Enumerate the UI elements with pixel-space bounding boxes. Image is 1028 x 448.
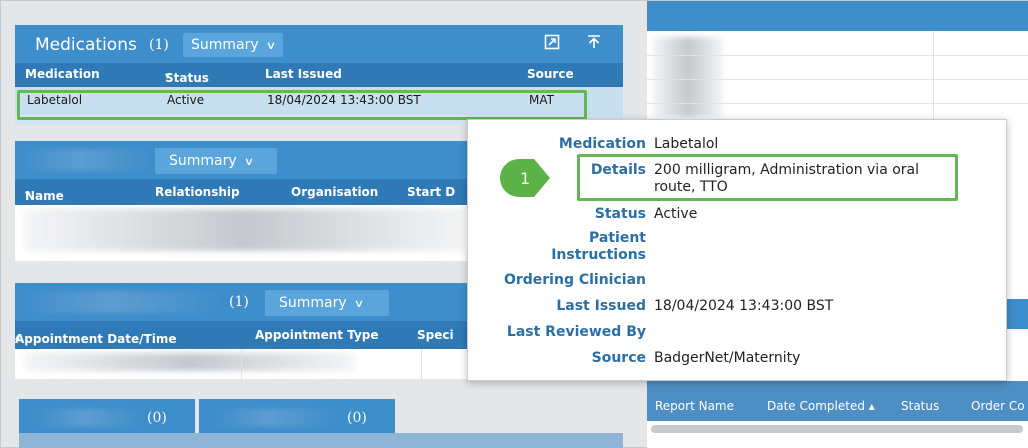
bottom-bar bbox=[19, 433, 623, 448]
summary-dropdown[interactable]: Summary ∨ bbox=[183, 33, 283, 57]
app-window: Report Name Date Completed ▴ Status Orde… bbox=[0, 0, 1028, 448]
sort-desc-icon: ▾ bbox=[165, 71, 171, 82]
panel-count: (1) bbox=[149, 37, 169, 53]
col-specialty[interactable]: Speci bbox=[417, 328, 454, 342]
redacted-rows bbox=[25, 353, 355, 371]
relationships-panel: Summary ∨ Name ▾ Relationship Organisatio… bbox=[15, 141, 485, 261]
relationships-columns: Name ▾ Relationship Organisation Start D bbox=[15, 179, 485, 205]
appointments-header: (1) Summary ∨ bbox=[15, 283, 485, 321]
reports-header: Report Name Date Completed ▴ Status Orde… bbox=[647, 381, 1028, 421]
medications-columns: Medication Status ▾ Last Issued Source bbox=[15, 63, 623, 87]
sort-asc-icon: ▴ bbox=[15, 332, 21, 343]
redacted-title bbox=[215, 409, 335, 427]
panel-count: (1) bbox=[229, 294, 249, 310]
sort-asc-icon: ▴ bbox=[868, 399, 875, 413]
col-medication[interactable]: Medication bbox=[25, 67, 100, 81]
col-relationship[interactable]: Relationship bbox=[155, 185, 240, 199]
col-appointment-type[interactable]: Appointment Type bbox=[255, 328, 379, 342]
redacted-content bbox=[653, 37, 723, 117]
chevron-down-icon: ∨ bbox=[243, 154, 254, 168]
collapse-top-icon[interactable] bbox=[583, 31, 605, 53]
right-panel-header bbox=[647, 1, 1028, 31]
reports-col-date[interactable]: Date Completed ▴ bbox=[767, 399, 875, 413]
sort-desc-icon: ▾ bbox=[25, 189, 31, 200]
tab-count: (0) bbox=[147, 410, 167, 426]
appointments-columns: Appointment Date/Time ▴ Appointment Type… bbox=[15, 321, 485, 349]
medications-header: Medications (1) Summary ∨ bbox=[15, 25, 623, 63]
col-start-date[interactable]: Start D bbox=[407, 185, 455, 199]
reports-col-status[interactable]: Status bbox=[901, 399, 939, 413]
redacted-title bbox=[21, 291, 221, 313]
relationships-header: Summary ∨ bbox=[15, 141, 485, 179]
reports-col-name[interactable]: Report Name bbox=[655, 399, 734, 413]
horizontal-scrollbar[interactable] bbox=[651, 425, 1023, 433]
redacted-title bbox=[21, 149, 151, 171]
summary-dropdown[interactable]: Summary ∨ bbox=[265, 290, 389, 316]
highlight-medication-row bbox=[17, 90, 587, 120]
chevron-down-icon: ∨ bbox=[265, 38, 276, 52]
redacted-rows bbox=[25, 209, 465, 251]
col-last-issued[interactable]: Last Issued bbox=[265, 67, 342, 81]
summary-dropdown[interactable]: Summary ∨ bbox=[155, 148, 277, 174]
panel-title: Medications bbox=[35, 35, 137, 55]
redacted-title bbox=[35, 409, 145, 427]
highlight-details bbox=[577, 154, 958, 201]
col-organisation[interactable]: Organisation bbox=[291, 185, 378, 199]
tab-count: (0) bbox=[347, 410, 367, 426]
chevron-down-icon: ∨ bbox=[353, 296, 364, 310]
col-source[interactable]: Source bbox=[527, 67, 574, 81]
expand-icon[interactable] bbox=[541, 31, 563, 53]
appointments-panel: (1) Summary ∨ Appointment Date/Time ▴ App… bbox=[15, 283, 485, 379]
reports-col-order[interactable]: Order Co bbox=[971, 399, 1025, 413]
